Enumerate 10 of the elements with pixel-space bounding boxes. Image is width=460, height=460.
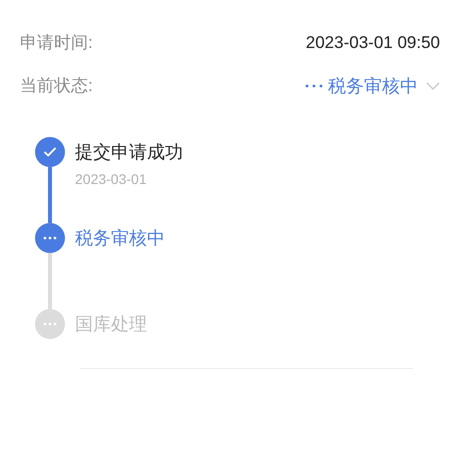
step-title: 提交申请成功 (75, 141, 183, 164)
status-dropdown[interactable]: 税务审核中 (305, 72, 440, 100)
dots-icon (305, 84, 323, 88)
field-label: 申请时间: (20, 32, 93, 54)
step-title: 税务审核中 (75, 227, 165, 250)
step-date: 2023-03-01 (75, 170, 148, 189)
field-label: 当前状态: (20, 75, 93, 98)
chevron-down-icon (426, 82, 440, 90)
step-title: 国库处理 (75, 313, 147, 336)
field-value: 2023-03-01 09:50 (306, 32, 440, 54)
